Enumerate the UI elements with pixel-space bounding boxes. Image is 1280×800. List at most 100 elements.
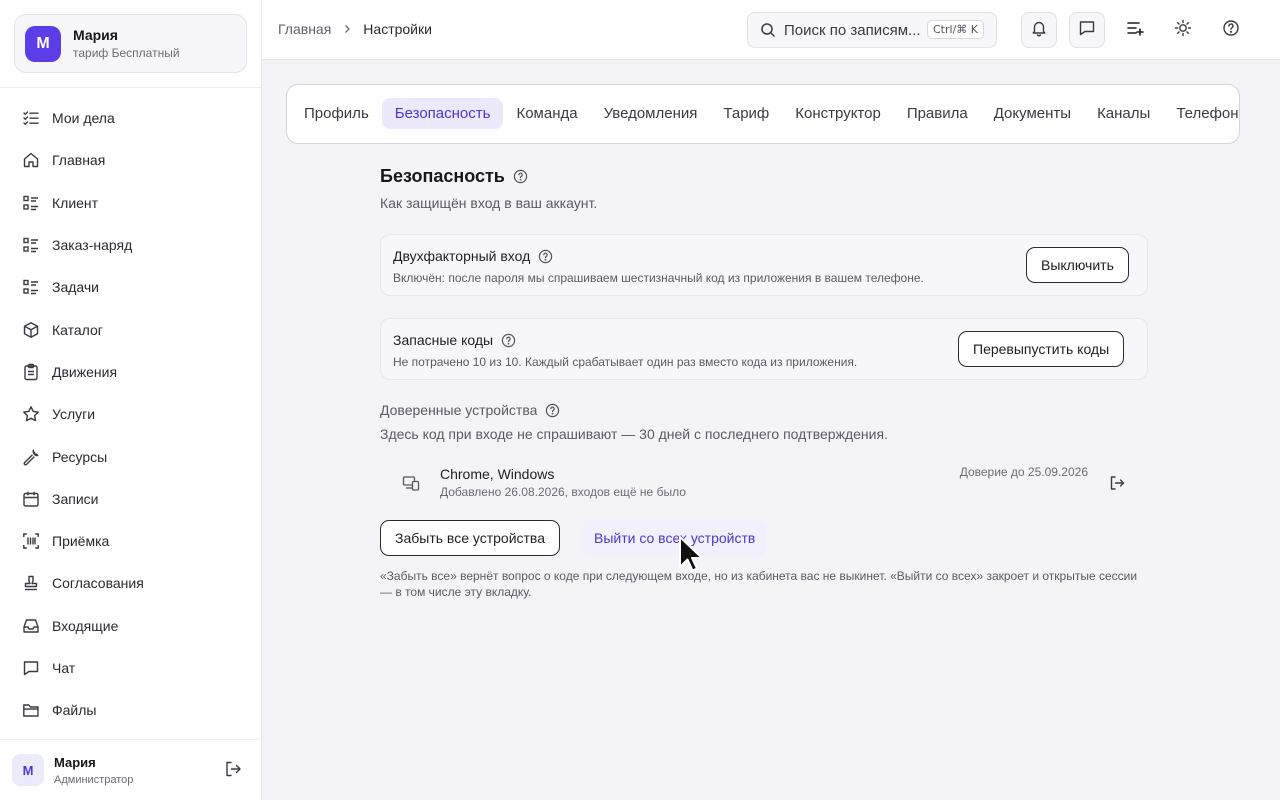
logout-icon[interactable] xyxy=(224,760,242,778)
messages-button[interactable] xyxy=(1069,12,1105,48)
security-panel: Безопасность Как защищён вход в ваш акка… xyxy=(380,166,1150,599)
account-plan: тариф Бесплатный xyxy=(73,46,180,60)
sidebar-item-approvals[interactable]: Согласования xyxy=(0,562,262,604)
sidebar-item-label: Задачи xyxy=(52,279,100,296)
sidebar-item-label: Согласования xyxy=(52,575,144,592)
tab-notifications[interactable]: Уведомления xyxy=(591,98,711,129)
trusted-device-row: Chrome, Windows Добавлено 26.08.2026, вх… xyxy=(380,458,1148,506)
chat-icon xyxy=(1078,19,1096,42)
account-name: Мария xyxy=(73,27,118,43)
sidebar-item-label: Клиент xyxy=(52,194,99,211)
trusted-devices-title: Доверенные устройства xyxy=(380,402,560,418)
tab-profile[interactable]: Профиль xyxy=(302,98,382,129)
theme-toggle[interactable] xyxy=(1165,12,1201,48)
help-circle-icon[interactable] xyxy=(501,333,516,348)
help-circle-icon[interactable] xyxy=(545,403,560,418)
sun-icon xyxy=(1174,19,1192,42)
user-info: Мария Администратор xyxy=(54,755,133,786)
sidebar-item-appointments[interactable]: Записи xyxy=(0,478,262,520)
card-title: Запасные коды xyxy=(393,332,516,348)
chat-icon xyxy=(22,659,40,677)
sidebar-item-label: Файлы xyxy=(52,702,97,719)
card-title: Двухфакторный вход xyxy=(393,248,553,264)
sidebar-item-label: Приёмка xyxy=(52,533,110,550)
list-icon xyxy=(22,236,40,254)
account-switcher[interactable]: М Мария тариф Бесплатный xyxy=(14,14,247,73)
sidebar-item-tasks[interactable]: Задачи xyxy=(0,266,262,308)
device-name: Chrome, Windows xyxy=(440,466,555,482)
home-icon xyxy=(22,151,40,169)
sidebar-item-label: Заказ-наряд xyxy=(52,237,133,254)
breadcrumb: Главная Настройки xyxy=(278,21,432,37)
page-subtitle: Как защищён вход в ваш аккаунт. xyxy=(380,195,598,211)
list-icon xyxy=(22,278,40,296)
bell-icon xyxy=(1030,19,1048,42)
two-factor-card: Двухфакторный вход Включён: после пароля… xyxy=(380,234,1148,296)
sidebar-item-resources[interactable]: Ресурсы xyxy=(0,435,262,477)
barcode-icon xyxy=(22,532,40,550)
inbox-icon xyxy=(22,617,40,635)
device-meta: Добавлено 26.08.2026, входов ещё не было xyxy=(440,485,686,499)
sidebar-item-inbox[interactable]: Входящие xyxy=(0,605,262,647)
search-shortcut: Ctrl/⌘ K xyxy=(927,20,984,39)
checklist-icon xyxy=(22,109,40,127)
tab-builder[interactable]: Конструктор xyxy=(782,98,894,129)
sidebar-item-services[interactable]: Услуги xyxy=(0,393,262,435)
sidebar-item-files[interactable]: Файлы xyxy=(0,689,262,731)
backup-codes-title: Запасные коды xyxy=(393,332,494,348)
tab-plan[interactable]: Тариф xyxy=(710,98,782,129)
sidebar-item-work-order[interactable]: Заказ-наряд xyxy=(0,224,262,266)
tab-telephony[interactable]: Телефония xyxy=(1163,98,1239,129)
help-circle-icon[interactable] xyxy=(538,249,553,264)
devices-icon xyxy=(402,474,420,492)
tab-team[interactable]: Команда xyxy=(503,98,590,129)
sidebar-item-label: Ресурсы xyxy=(52,448,108,465)
clipboard-icon xyxy=(22,363,40,381)
sidebar-item-label: Чат xyxy=(52,660,76,676)
sign-out-icon[interactable] xyxy=(1108,474,1126,492)
search-placeholder: Поиск по записям... xyxy=(784,21,921,39)
two-factor-description: Включён: после пароля мы спрашиваем шест… xyxy=(393,271,924,285)
trusted-devices-description: Здесь код при входе не спрашивают — 30 д… xyxy=(380,426,888,442)
tab-security[interactable]: Безопасность xyxy=(381,98,504,129)
search-input[interactable]: Поиск по записям... Ctrl/⌘ K xyxy=(747,12,997,48)
sidebar-item-client[interactable]: Клиент xyxy=(0,182,262,224)
trusted-devices-footnote: «Забыть все» вернёт вопрос о коде при сл… xyxy=(380,569,1138,599)
chevron-right-icon xyxy=(341,23,353,35)
two-factor-title: Двухфакторный вход xyxy=(393,248,531,264)
user-name: Мария xyxy=(54,754,96,770)
forget-all-devices-button[interactable]: Забыть все устройства xyxy=(380,520,561,556)
sidebar-item-label: Главная xyxy=(52,152,106,169)
sidebar-divider xyxy=(0,739,262,740)
quick-add-button[interactable] xyxy=(1117,12,1153,48)
sidebar-item-catalog[interactable]: Каталог xyxy=(0,308,262,350)
device-trust-until: Доверие до 25.09.2026 xyxy=(959,465,1088,479)
breadcrumb-current: Настройки xyxy=(363,21,432,37)
sidebar-item-home[interactable]: Главная xyxy=(0,139,262,181)
disable-two-factor-button[interactable]: Выключить xyxy=(1026,247,1129,283)
sign-out-all-devices-button[interactable]: Выйти со всех устройств xyxy=(582,520,768,556)
sidebar-item-label: Входящие xyxy=(52,617,119,634)
calendar-icon xyxy=(22,490,40,508)
tab-rules[interactable]: Правила xyxy=(894,98,981,129)
help-circle-icon[interactable] xyxy=(513,169,528,184)
tab-channels[interactable]: Каналы xyxy=(1084,98,1163,129)
backup-codes-card: Запасные коды Не потрачено 10 из 10. Каж… xyxy=(380,318,1148,380)
tab-documents[interactable]: Документы xyxy=(981,98,1084,129)
breadcrumb-home[interactable]: Главная xyxy=(278,21,331,37)
avatar: М xyxy=(12,754,44,786)
settings-tabs: Профиль Безопасность Команда Уведомления… xyxy=(286,84,1240,144)
sidebar-divider xyxy=(0,87,262,88)
reissue-codes-button[interactable]: Перевыпустить коды xyxy=(958,331,1125,367)
page-title: Безопасность xyxy=(380,166,1150,187)
sidebar-item-movements[interactable]: Движения xyxy=(0,351,262,393)
sidebar-nav: Мои дела Главная Клиент Заказ-наряд Зада… xyxy=(0,97,262,731)
notifications-button[interactable] xyxy=(1021,12,1057,48)
box-icon xyxy=(22,321,40,339)
sidebar-item-label: Услуги xyxy=(52,406,96,423)
sidebar-item-my-tasks[interactable]: Мои дела xyxy=(0,97,262,139)
help-button[interactable] xyxy=(1213,12,1249,48)
sidebar-item-chat[interactable]: Чат xyxy=(0,647,262,689)
user-role: Администратор xyxy=(54,773,134,786)
sidebar-item-receiving[interactable]: Приёмка xyxy=(0,520,262,562)
